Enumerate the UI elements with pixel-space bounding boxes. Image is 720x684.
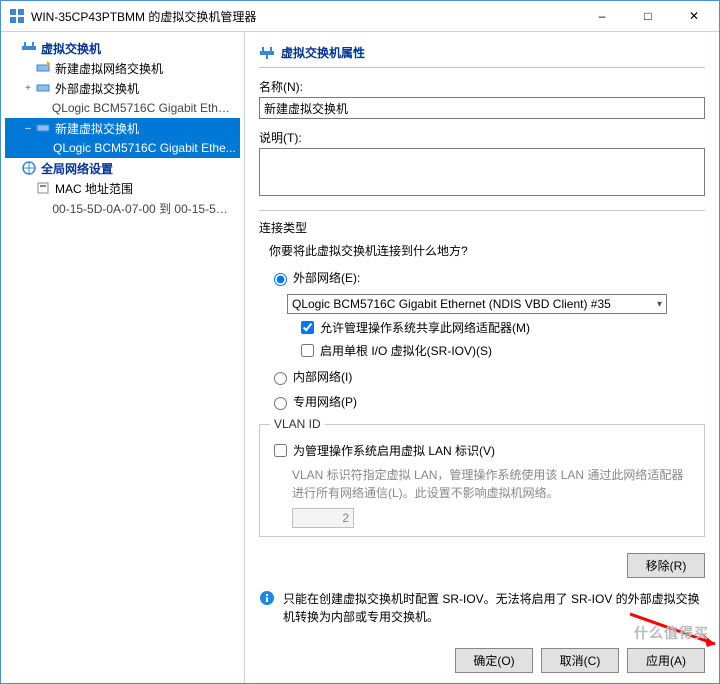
tree-label: 00-15-5D-0A-07-00 到 00-15-5D-0...	[52, 200, 236, 217]
chk-vlan-label: 为管理操作系统启用虚拟 LAN 标识(V)	[293, 442, 495, 459]
tree-twisty[interactable]: +	[21, 83, 35, 94]
radio-private-label: 专用网络(P)	[293, 393, 357, 410]
chk-sriov-label: 启用单根 I/O 虚拟化(SR-IOV)(S)	[320, 342, 492, 359]
tree-label: 外部虚拟交换机	[55, 80, 139, 97]
adapter-selected: QLogic BCM5716C Gigabit Ethernet (NDIS V…	[292, 297, 611, 311]
info-note: 只能在创建虚拟交换机时配置 SR-IOV。无法将启用了 SR-IOV 的外部虚拟…	[259, 590, 705, 626]
desc-input[interactable]	[259, 148, 705, 196]
tree-label: QLogic BCM5716C Gigabit Ethe...	[53, 141, 236, 155]
tree-twisty[interactable]: –	[21, 123, 35, 134]
dialog-footer: 确定(O) 取消(C) 应用(A)	[245, 638, 719, 683]
chk-share-label: 允许管理操作系统共享此网络适配器(M)	[320, 319, 530, 336]
adapter-select[interactable]: QLogic BCM5716C Gigabit Ethernet (NDIS V…	[287, 294, 667, 314]
name-input[interactable]	[259, 97, 705, 119]
maximize-button[interactable]: □	[625, 2, 671, 30]
panel-header: 虚拟交换机属性	[259, 40, 705, 68]
tree-item[interactable]: + 外部虚拟交换机	[5, 78, 240, 98]
sidebar: 虚拟交换机新建虚拟网络交换机 + 外部虚拟交换机 QLogic BCM5716C Gi…	[1, 32, 245, 683]
radio-external-label: 外部网络(E):	[293, 269, 360, 286]
info-text: 只能在创建虚拟交换机时配置 SR-IOV。无法将启用了 SR-IOV 的外部虚拟…	[283, 590, 705, 626]
conn-type-label: 连接类型	[259, 219, 705, 236]
radio-internal-input[interactable]	[274, 372, 287, 385]
tree-item[interactable]: QLogic BCM5716C Gigabit Etherne...	[5, 98, 240, 118]
tree-label: QLogic BCM5716C Gigabit Etherne...	[52, 101, 236, 115]
chk-share-input[interactable]	[301, 321, 314, 334]
tree-item[interactable]: MAC 地址范围	[5, 178, 240, 198]
radio-private[interactable]: 专用网络(P)	[269, 393, 705, 410]
switch-icon	[259, 45, 275, 61]
tree-item[interactable]: 虚拟交换机	[5, 38, 240, 58]
desc-label: 说明(T):	[259, 129, 705, 146]
tree-item[interactable]: 全局网络设置	[5, 158, 240, 178]
chk-sriov-input[interactable]	[301, 344, 314, 357]
tree-label: 新建虚拟网络交换机	[55, 60, 163, 77]
chk-vlan-input[interactable]	[274, 444, 287, 457]
window-title: WIN-35CP43PTBMM 的虚拟交换机管理器	[31, 8, 579, 25]
remove-button[interactable]: 移除(R)	[627, 553, 705, 578]
tree-label: 新建虚拟交换机	[55, 120, 139, 137]
radio-external-input[interactable]	[274, 273, 287, 286]
tree-label: MAC 地址范围	[55, 180, 133, 197]
titlebar: WIN-35CP43PTBMM 的虚拟交换机管理器 – □ ✕	[1, 1, 719, 31]
main-panel: 虚拟交换机属性 名称(N): 说明(T): 连接类型 你要将此虚拟交换机连接到什…	[245, 32, 719, 683]
app-icon	[9, 8, 25, 24]
tree-label: 虚拟交换机	[41, 40, 101, 57]
panel-title: 虚拟交换机属性	[281, 44, 365, 61]
radio-internal-label: 内部网络(I)	[293, 368, 352, 385]
chk-vlan[interactable]: 为管理操作系统启用虚拟 LAN 标识(V)	[270, 441, 694, 460]
vlan-legend: VLAN ID	[270, 417, 325, 431]
tree-item[interactable]: QLogic BCM5716C Gigabit Ethe...	[5, 138, 240, 158]
chk-share[interactable]: 允许管理操作系统共享此网络适配器(M)	[297, 318, 705, 337]
tree-item[interactable]: 新建虚拟网络交换机	[5, 58, 240, 78]
name-label: 名称(N):	[259, 78, 705, 95]
chevron-down-icon: ▾	[657, 299, 662, 310]
radio-external[interactable]: 外部网络(E):	[269, 269, 705, 286]
info-icon	[259, 590, 275, 606]
tree-item[interactable]: – 新建虚拟交换机	[5, 118, 240, 138]
cancel-button[interactable]: 取消(C)	[541, 648, 619, 673]
tree-label: 全局网络设置	[41, 160, 113, 177]
ok-button[interactable]: 确定(O)	[455, 648, 533, 673]
vlan-id-input	[292, 508, 354, 528]
radio-internal[interactable]: 内部网络(I)	[269, 368, 705, 385]
vlan-group: VLAN ID 为管理操作系统启用虚拟 LAN 标识(V) VLAN 标识符指定…	[259, 424, 705, 537]
close-button[interactable]: ✕	[671, 2, 717, 30]
tree-item[interactable]: 00-15-5D-0A-07-00 到 00-15-5D-0...	[5, 198, 240, 218]
vlan-help-text: VLAN 标识符指定虚拟 LAN，管理操作系统使用该 LAN 通过此网络适配器进…	[292, 466, 694, 502]
minimize-button[interactable]: –	[579, 2, 625, 30]
apply-button[interactable]: 应用(A)	[627, 648, 705, 673]
radio-private-input[interactable]	[274, 397, 287, 410]
conn-question: 你要将此虚拟交换机连接到什么地方?	[269, 242, 705, 259]
chk-sriov[interactable]: 启用单根 I/O 虚拟化(SR-IOV)(S)	[297, 341, 705, 360]
